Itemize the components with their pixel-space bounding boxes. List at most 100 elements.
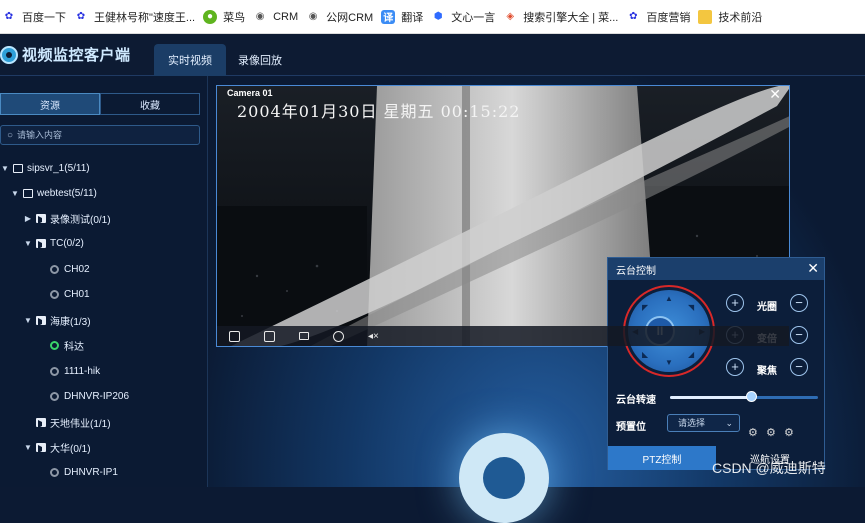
bookmark-label: 菜鸟 xyxy=(223,11,246,24)
bookmark-label: 翻译 xyxy=(401,11,424,24)
preset-call-gear-icon[interactable]: ⚙ xyxy=(748,426,758,439)
app-title: 视频监控客户端 xyxy=(22,47,131,64)
record-icon[interactable] xyxy=(299,332,309,340)
ptz-title: 云台控制 xyxy=(616,265,656,277)
tree-node-folder[interactable]: ▼ 大华(0/1) xyxy=(23,438,91,456)
speed-slider-handle[interactable] xyxy=(746,391,758,402)
tree-node-folder[interactable]: ▼ TC(0/2) xyxy=(23,234,84,252)
speed-slider-track[interactable] xyxy=(670,396,818,399)
tree-label: sipsvr_1(5/11) xyxy=(27,162,90,174)
tree-label: 天地伟业(1/1) xyxy=(50,418,111,430)
tree-label: webtest(5/11) xyxy=(37,187,97,199)
arrow-down-left-icon[interactable]: ◣ xyxy=(642,350,648,359)
arrow-up-icon[interactable]: ▲ xyxy=(665,294,673,303)
preset-select[interactable]: 请选择 ⌄ xyxy=(667,414,740,432)
fullscreen-icon[interactable] xyxy=(229,330,240,342)
bookmarks-bar: ✿ 百度一下 ✿ 王健林号称"速度王... ● 菜鸟 ◉ CRM ◉ 公网CRM… xyxy=(0,0,865,34)
tree-node-server[interactable]: ▼ webtest(5/11) xyxy=(10,184,97,202)
wenxin-icon: ⬢ xyxy=(433,11,443,22)
osd-timestamp: 2004年01月30日 星期五 00:15:22 xyxy=(237,102,521,121)
baidu-paw-icon: ✿ xyxy=(629,11,638,22)
bookmark-label: 公网CRM xyxy=(326,11,374,24)
bookmark-baidu[interactable]: ✿ 百度一下 xyxy=(2,0,74,34)
camera-offline-icon xyxy=(50,467,59,477)
iris-plus-button[interactable]: + xyxy=(726,294,744,312)
device-folder-icon xyxy=(36,238,46,249)
ptz-icon[interactable] xyxy=(333,330,344,342)
search-input[interactable] xyxy=(17,130,188,140)
tree-node-folder[interactable]: 天地伟业(1/1) xyxy=(36,413,111,431)
bookmark-tech-folder[interactable]: 技术前沿 xyxy=(698,0,770,34)
tree-node-folder[interactable]: ▼ 海康(1/3) xyxy=(23,311,91,329)
server-icon xyxy=(13,163,23,173)
speed-label: 云台转速 xyxy=(616,395,656,406)
focus-label: 聚焦 xyxy=(757,366,777,377)
expand-arrow-icon[interactable]: ▼ xyxy=(0,164,10,173)
translate-icon: 译 xyxy=(381,9,396,24)
close-icon[interactable]: ✕ xyxy=(769,86,781,103)
ptz-panel: 云台控制 ✕ ▲ ▼ ◀ ▶ ◤ ◥ ◣ ◢ II + 光圈 − + 变倍 − … xyxy=(607,257,825,470)
runoob-icon: ● xyxy=(203,9,218,24)
tree-node-camera[interactable]: CH01 xyxy=(50,285,90,303)
tree-label: DHNVR-IP206 xyxy=(64,390,130,402)
tree-node-camera[interactable]: DHNVR-IP206 xyxy=(50,387,129,405)
csdn-watermark: CSDN @威迪斯特 xyxy=(712,460,826,476)
bookmark-runoob[interactable]: ● 菜鸟 xyxy=(203,0,253,34)
preset-set-gear-icon[interactable]: ⚙ xyxy=(766,426,776,439)
bookmark-label: CRM xyxy=(273,10,299,23)
bookmark-crm[interactable]: ◉ CRM xyxy=(253,0,306,34)
mute-icon[interactable]: ◂× xyxy=(368,331,380,342)
chevron-down-icon: ⌄ xyxy=(725,418,733,428)
zoom-minus-button[interactable]: − xyxy=(790,326,808,344)
expand-arrow-icon[interactable]: ▼ xyxy=(23,443,33,452)
focus-minus-button[interactable]: − xyxy=(790,358,808,376)
bookmark-search-engines[interactable]: ◈ 搜索引擎大全 | 菜... xyxy=(503,0,626,34)
tab-playback[interactable]: 录像回放 xyxy=(224,44,296,76)
bookmark-news[interactable]: ✿ 王健林号称"速度王... xyxy=(74,0,203,34)
tree-label: CH01 xyxy=(64,288,90,300)
tree-node-camera[interactable]: 科达 xyxy=(50,336,84,354)
tree-label: 科达 xyxy=(64,341,84,353)
tree-node-camera[interactable]: CH02 xyxy=(50,260,90,278)
device-folder-icon xyxy=(36,213,46,224)
globe-icon: ◉ xyxy=(308,11,318,22)
ptz-header: 云台控制 ✕ xyxy=(608,258,824,280)
tab-resources[interactable]: 资源 xyxy=(0,93,100,115)
expand-arrow-icon[interactable]: ▼ xyxy=(23,316,33,325)
camera-offline-icon xyxy=(50,366,59,376)
iris-minus-button[interactable]: − xyxy=(790,294,808,312)
search-icon: ○ xyxy=(7,129,14,141)
arrow-up-right-icon[interactable]: ◥ xyxy=(688,303,694,312)
sidebar-tabs: 资源 收藏 xyxy=(0,93,200,115)
arrow-down-icon[interactable]: ▼ xyxy=(665,358,673,367)
tree-node-camera[interactable]: DHNVR-IP1 xyxy=(50,463,118,481)
bookmark-baidu-marketing[interactable]: ✿ 百度营销 xyxy=(626,0,698,34)
bookmark-translate[interactable]: 译 翻译 xyxy=(381,0,431,34)
close-icon[interactable]: ✕ xyxy=(807,260,819,277)
preset-delete-gear-icon[interactable]: ⚙ xyxy=(784,426,794,439)
arrow-up-left-icon[interactable]: ◤ xyxy=(642,303,648,312)
camera-title: Camera 01 xyxy=(227,88,273,98)
bookmark-label: 百度营销 xyxy=(646,11,691,24)
arrow-down-right-icon[interactable]: ◢ xyxy=(688,350,694,359)
focus-plus-button[interactable]: + xyxy=(726,358,744,376)
bookmark-public-crm[interactable]: ◉ 公网CRM xyxy=(306,0,381,34)
tab-live-video[interactable]: 实时视频 xyxy=(154,44,226,76)
tab-ptz-control[interactable]: PTZ控制 xyxy=(608,446,716,470)
tree-node-folder[interactable]: ▶ 录像测试(0/1) xyxy=(23,209,111,227)
bookmark-label: 技术前沿 xyxy=(718,11,763,24)
collapse-arrow-icon[interactable]: ▶ xyxy=(23,214,33,223)
bookmark-wenxin[interactable]: ⬢ 文心一言 xyxy=(431,0,503,34)
tree-label: DHNVR-IP1 xyxy=(64,466,118,478)
expand-arrow-icon[interactable]: ▼ xyxy=(10,189,20,198)
bookmark-label: 百度一下 xyxy=(22,11,66,24)
tree-label: 大华(0/1) xyxy=(50,443,91,455)
expand-arrow-icon[interactable]: ▼ xyxy=(23,239,33,248)
copy-icon[interactable] xyxy=(264,330,275,342)
bookmark-label: 搜索引擎大全 | 菜... xyxy=(523,11,619,24)
tree-label: 1111-hik xyxy=(64,365,101,377)
tree-node-root[interactable]: ▼ sipsvr_1(5/11) xyxy=(0,159,90,177)
tab-favorites[interactable]: 收藏 xyxy=(100,93,200,115)
tree-node-camera[interactable]: 1111-hik xyxy=(50,362,100,380)
baidu-paw-icon: ✿ xyxy=(76,11,86,22)
